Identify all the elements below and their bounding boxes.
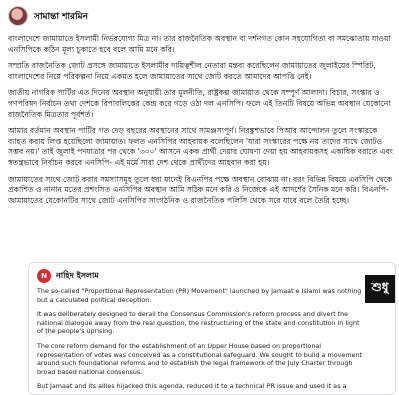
shared-author-name[interactable]: নাহিদ ইসলাম: [56, 270, 99, 283]
shared-image-thumbnail[interactable]: শুধু: [365, 275, 395, 303]
post-paragraph-3: জাতীয় নাগরিক পার্টির এত দিনের অবস্থান অ…: [8, 88, 391, 119]
shared-paragraph-4: But Jamaat and its allies hijacked this …: [37, 382, 347, 391]
author-name[interactable]: সামান্তা শারমিন: [34, 9, 88, 24]
shared-paragraph-3: The core reform demand for the establish…: [37, 341, 363, 376]
post-paragraph-2: সম্প্রতি রাজনৈতিক জোট প্রসঙ্গে জামায়াতে…: [8, 61, 376, 81]
shared-post-header: N নাহিদ ইসলাম: [37, 269, 99, 283]
shared-paragraph-2: It was deliberately designed to derail t…: [37, 310, 360, 336]
author-avatar[interactable]: [8, 6, 28, 26]
post-paragraph-5: জামায়াতের সাথে জোট করার সমস্যাসমূহ তুলে…: [8, 174, 393, 205]
post-paragraph-4: আমার বর্তমান অবস্থান পার্টির গত দেড় বছর…: [8, 126, 393, 167]
post-header: সামান্তা শারমিন: [8, 6, 88, 26]
shared-post-text: The so-called "Proportional Representati…: [37, 287, 363, 394]
shared-post-card[interactable]: N নাহিদ ইসলাম শুধু The so-called "Propor…: [28, 262, 396, 395]
facebook-post: সামান্তা শারমিন বাংলাদেশে জামায়াতে ইসলা…: [0, 0, 399, 395]
shared-paragraph-1: The so-called "Proportional Representati…: [37, 287, 362, 304]
post-paragraph-1: বাংলাদেশে জামায়াতে ইসলামী নির্ভরযোগ্য ম…: [8, 34, 391, 54]
post-text: বাংলাদেশে জামায়াতে ইসলামী নির্ভরযোগ্য ম…: [8, 34, 393, 212]
shared-author-avatar[interactable]: N: [37, 269, 51, 283]
